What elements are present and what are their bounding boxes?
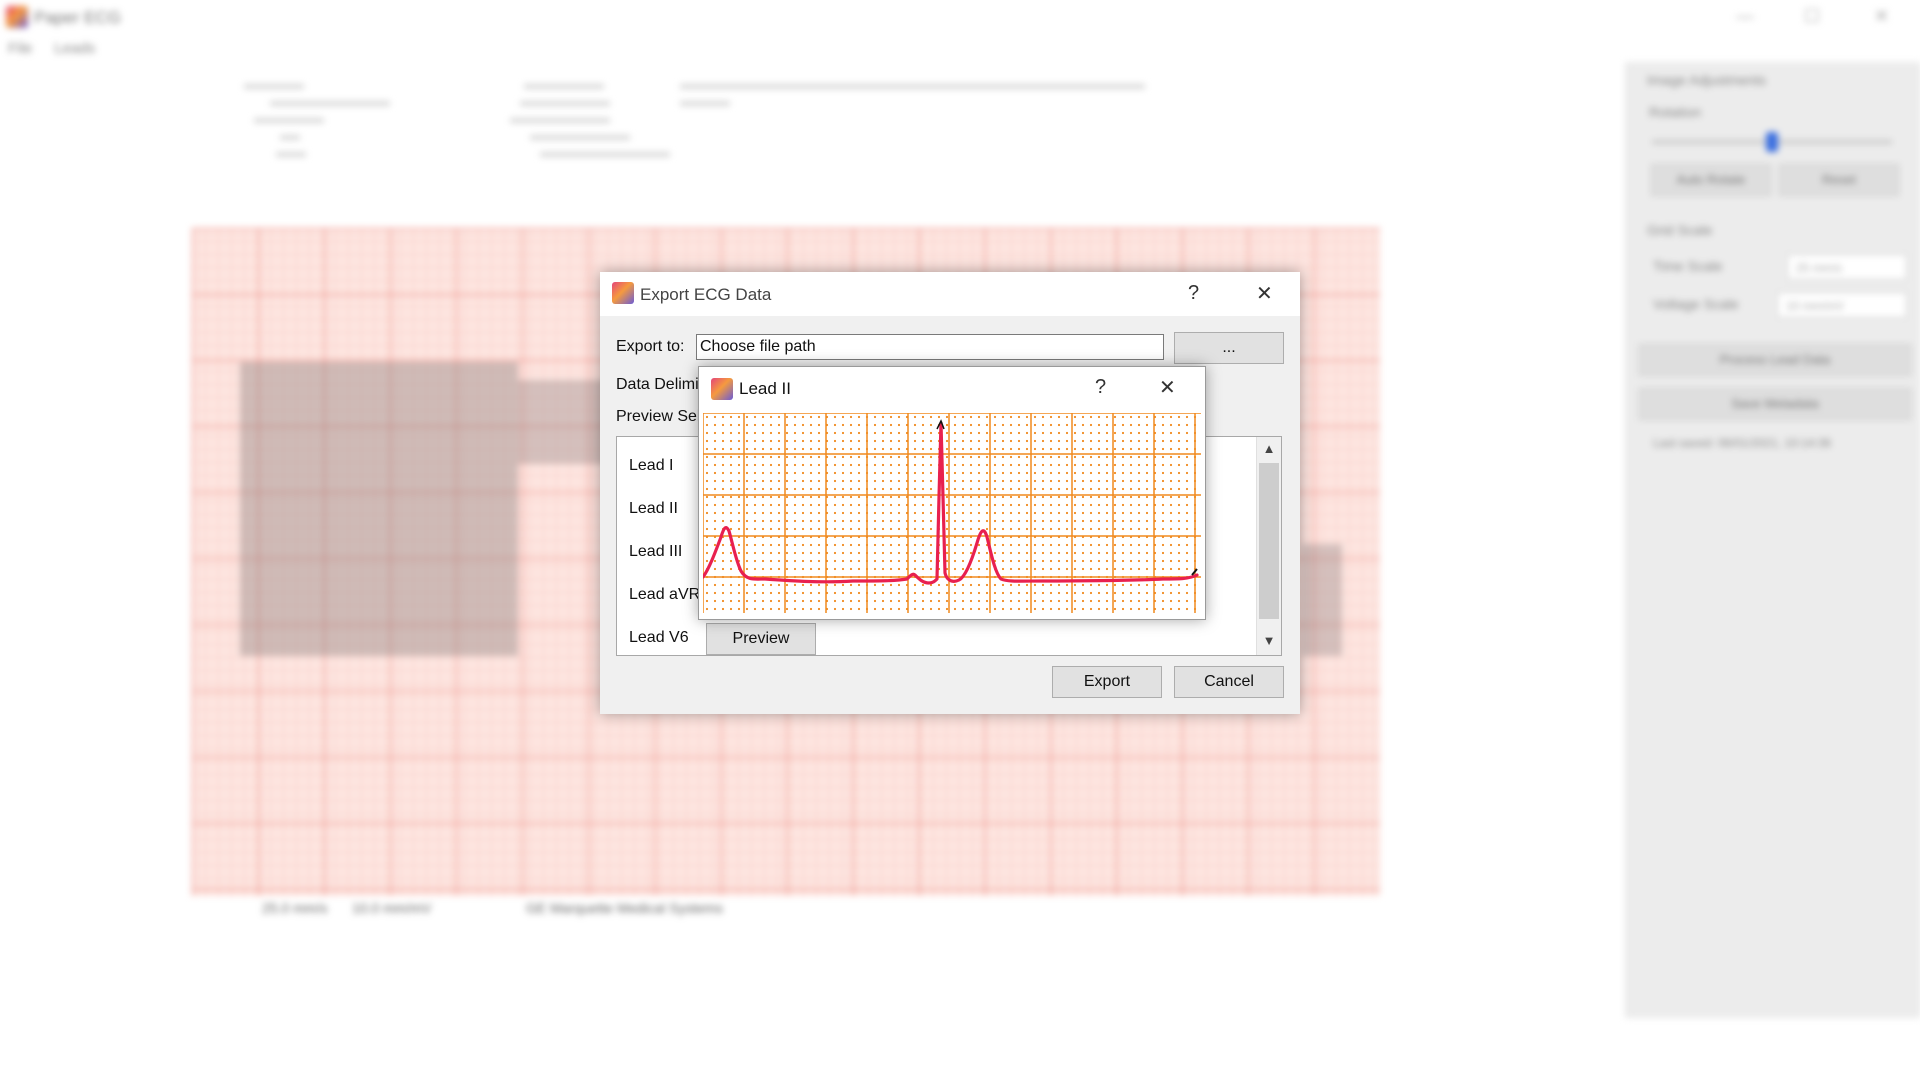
close-icon[interactable]: ✕: [1159, 375, 1176, 400]
ecg-header-block-1: [240, 78, 390, 157]
browse-button[interactable]: ...: [1174, 332, 1284, 364]
scrollbar-thumb[interactable]: [1259, 463, 1279, 619]
maximize-icon[interactable]: ☐: [1804, 6, 1820, 27]
lead-list-scrollbar[interactable]: ▲ ▼: [1256, 437, 1281, 655]
lead-item-lead-i[interactable]: Lead I: [629, 457, 673, 475]
menu-leads[interactable]: Leads: [54, 40, 95, 57]
scroll-down-icon[interactable]: ▼: [1257, 633, 1281, 648]
rotation-label: Rotation: [1649, 104, 1702, 120]
menubar: File Leads: [8, 40, 113, 57]
menu-file[interactable]: File: [8, 40, 32, 57]
lead-selection-box[interactable]: [518, 380, 606, 464]
save-metadata-button[interactable]: Save Metadata: [1639, 388, 1911, 420]
reset-button[interactable]: Reset: [1779, 164, 1899, 196]
time-scale-label: Time Scale: [1653, 258, 1723, 274]
lead-item-lead-ii[interactable]: Lead II: [629, 500, 678, 518]
minimize-icon[interactable]: —: [1736, 6, 1754, 27]
lead-preview-title: Lead II: [739, 379, 791, 398]
app-logo-icon: [6, 6, 28, 28]
controls-panel: Image Adjustments Rotation Auto Rotate R…: [1626, 62, 1920, 1018]
footer-device: GE Marquette Medical Systems: [526, 900, 723, 916]
voltage-scale-input[interactable]: 10 mm/mV: [1777, 292, 1907, 318]
scroll-up-icon[interactable]: ▲: [1257, 441, 1281, 456]
lead-preview-dialog: Lead II ? ✕: [698, 366, 1206, 620]
footer-paper-speed: 25.0 mm/s: [262, 900, 328, 916]
app-logo-icon: [711, 378, 733, 400]
auto-rotate-button[interactable]: Auto Rotate: [1651, 164, 1771, 196]
rotation-slider-handle[interactable]: [1766, 132, 1778, 152]
lead-selection-box[interactable]: [1302, 544, 1342, 656]
process-lead-data-button[interactable]: Process Lead Data: [1639, 344, 1911, 376]
close-window-icon[interactable]: ✕: [1874, 6, 1889, 27]
minor-grid-dots: [703, 413, 1201, 613]
time-scale-input[interactable]: 25 mm/s: [1787, 254, 1907, 280]
footer-gain: 10.0 mm/mV: [352, 900, 432, 916]
ecg-header-block-2: [510, 78, 680, 157]
close-icon[interactable]: ✕: [1256, 281, 1273, 306]
lead-selection-box[interactable]: [240, 362, 518, 656]
grid-scale-label: Grid Scale: [1647, 222, 1713, 238]
main-window-title: Paper ECG: [34, 8, 121, 27]
export-dialog-title: Export ECG Data: [640, 285, 772, 304]
main-titlebar: Paper ECG — ☐ ✕: [0, 0, 1920, 36]
last-saved-text: Last saved: 06/01/2021, 10:14:36: [1653, 436, 1832, 450]
voltage-scale-label: Voltage Scale: [1653, 296, 1739, 312]
help-icon[interactable]: ?: [1095, 376, 1106, 399]
export-dialog-titlebar: Export ECG Data ? ✕: [600, 272, 1300, 316]
export-to-label: Export to:: [616, 338, 685, 355]
lead-item-lead-avr[interactable]: Lead aVR: [629, 586, 700, 604]
help-icon[interactable]: ?: [1188, 282, 1199, 305]
app-logo-icon: [612, 282, 634, 304]
lead-item-lead-iii[interactable]: Lead III: [629, 543, 682, 561]
lead-item-lead-v6[interactable]: Lead V6: [629, 629, 689, 647]
ecg-header-block-3: [680, 78, 1150, 106]
file-path-input[interactable]: [696, 334, 1164, 360]
lead-ii-waveform-plot: [703, 413, 1201, 613]
cancel-button[interactable]: Cancel: [1174, 666, 1284, 698]
image-adjustments-title: Image Adjustments: [1647, 72, 1767, 88]
preview-button[interactable]: Preview: [706, 623, 816, 655]
export-button[interactable]: Export: [1052, 666, 1162, 698]
